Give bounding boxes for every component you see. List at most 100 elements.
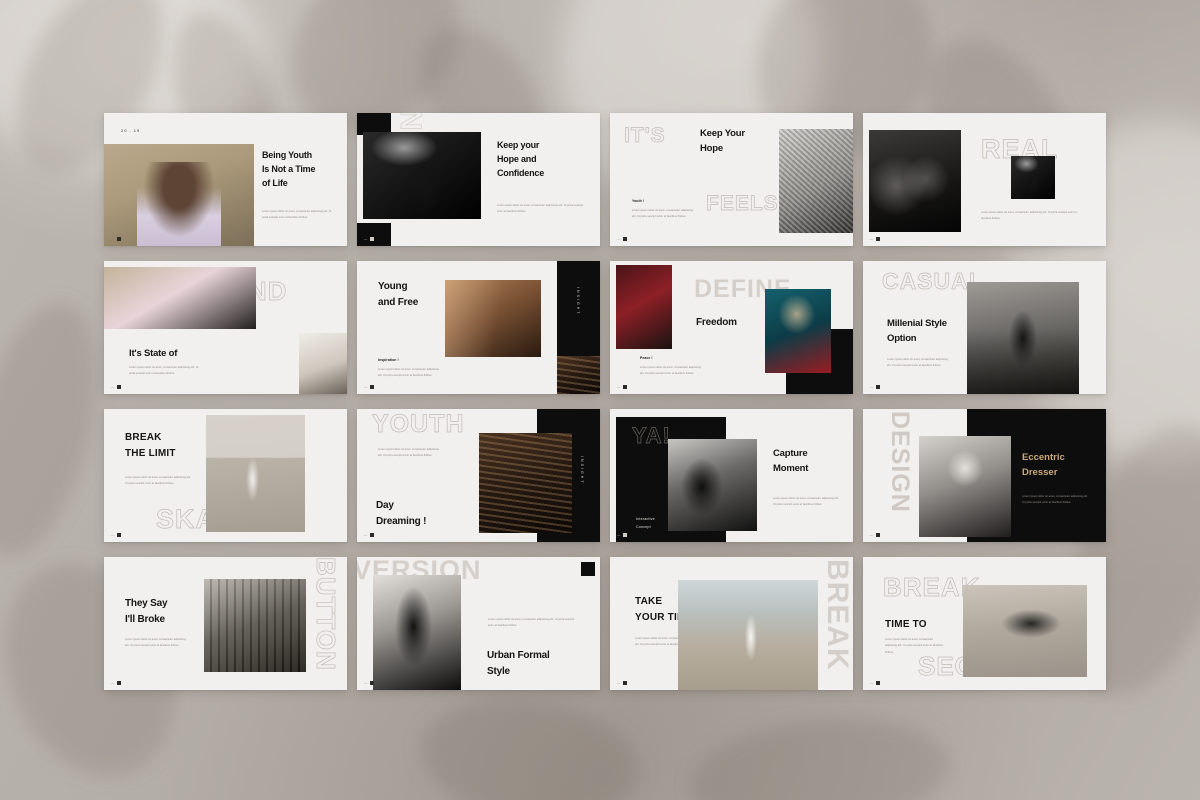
slide-13-title-line-1: They Say	[125, 598, 168, 609]
slide-15-image	[678, 580, 818, 690]
slide-6-title-line-2: and Free	[378, 296, 419, 308]
slide-16-body: Lorem ipsum dolor sit amet, consectetur …	[885, 638, 943, 654]
slide-5-footer: —	[111, 385, 121, 389]
slide-7-image-right	[765, 289, 831, 373]
slide-thumbnail-5[interactable]: MIND It's State of Lorem ipsum dolor sit…	[104, 261, 347, 394]
slide-11-title: Capture Moment	[773, 447, 849, 476]
slide-8-footer: —	[870, 385, 880, 389]
slide-9-title-line-1: BREAK	[125, 432, 162, 443]
slide-13-outline-word: BUTTON	[311, 557, 342, 671]
slide-11-title-line-2: Moment	[773, 462, 809, 474]
slide-5-title: It's State of	[129, 347, 177, 362]
slide-1-footer: —	[111, 237, 121, 241]
slide-thumbnail-14[interactable]: VERSION Lorem ipsum dolor sit amet, cons…	[357, 557, 600, 690]
slide-thumbnail-10[interactable]: YOUTH Lorem ipsum dolor sit amet, consec…	[357, 409, 600, 542]
slide-10-image	[479, 433, 572, 533]
slide-9-title: BREAK THE LIMIT	[125, 430, 205, 461]
slide-3-title-line-2: Hope	[700, 142, 723, 154]
slide-thumbnail-15[interactable]: BREAK TAKE YOUR TIME Lorem ipsum dolor s…	[610, 557, 853, 690]
slide-3-kicker: Youth !	[632, 199, 645, 203]
slide-14-footer: —	[364, 681, 374, 685]
slide-14-title-line-1: Urban Formal	[487, 650, 550, 661]
slide-5-title-line-1: It's State of	[129, 348, 178, 359]
slide-7-image-left	[616, 265, 672, 349]
slide-13-title: They Say I'll Broke	[125, 596, 207, 627]
slide-11-title-line-1: Capture	[773, 448, 808, 459]
slide-11-caption-line-2: Concept	[636, 525, 651, 530]
slide-10-title: Day Dreaming !	[376, 498, 466, 529]
slide-1-title: Being Youth Is Not a Time of Life	[262, 149, 346, 191]
slide-1-title-line-3: of Life	[262, 177, 288, 188]
slide-6-footer: —	[364, 385, 374, 389]
slide-12-title-line-2: Dresser	[1022, 466, 1058, 478]
slide-3-footer: —	[617, 237, 627, 241]
slide-10-title-line-1: Day	[376, 500, 394, 511]
slide-1-image	[104, 144, 254, 246]
slide-9-footer: —	[111, 533, 121, 537]
slide-11-image	[668, 439, 757, 531]
slide-13-image	[204, 579, 306, 672]
slide-8-title: Millenial Style Option	[887, 317, 977, 346]
slide-9-body: Lorem ipsum dolor sit amet, consectetur …	[125, 476, 191, 486]
slide-5-image-inset	[299, 333, 347, 394]
slide-thumbnail-4[interactable]: REAL Lorem ipsum dolor sit amet, consect…	[863, 113, 1106, 246]
slide-2-footer: —	[364, 237, 374, 241]
slide-8-body: Lorem ipsum dolor sit amet, consectetur …	[887, 358, 948, 368]
slide-16-image	[963, 585, 1087, 677]
slide-3-image	[779, 129, 853, 233]
slide-2-title-line-1: Keep your	[497, 140, 540, 150]
slide-11-caption: Interactive Concept	[636, 515, 655, 532]
slide-10-body: Lorem ipsum dolor sit amet, consectetur …	[378, 448, 439, 458]
slide-12-body: Lorem ipsum dolor sit amet, consectetur …	[1022, 495, 1088, 505]
slide-8-title-line-1: Millenial Style	[887, 318, 947, 329]
slide-thumbnail-7[interactable]: DEFINE Freedom Peace ! Lorem ipsum dolor…	[610, 261, 853, 394]
slide-6-title: Young and Free	[378, 279, 418, 310]
slide-thumbnail-16[interactable]: BREAK SECTION TIME TO Lorem ipsum dolor …	[863, 557, 1106, 690]
slide-thumbnail-2[interactable]: NEXT Keep your Hope and Confidence Lorem…	[357, 113, 600, 246]
slide-14-title-line-2: Style	[487, 665, 510, 677]
slide-11-outline-word: YA!	[632, 423, 671, 448]
slide-thumbnail-3[interactable]: IT'S FEELS Keep Your Hope Youth ! Lorem …	[610, 113, 853, 246]
slide-thumbnail-8[interactable]: CASUAL Millenial Style Option Lorem ipsu…	[863, 261, 1106, 394]
slide-8-image	[967, 282, 1079, 394]
slide-14-title: Urban Formal Style	[487, 648, 583, 679]
slide-2-title-line-2: Hope and	[497, 153, 537, 164]
slide-thumbnail-13[interactable]: BUTTON They Say I'll Broke Lorem ipsum d…	[104, 557, 347, 690]
slide-2-image	[363, 132, 481, 219]
slide-thumbnail-9[interactable]: SKATERS BREAK THE LIMIT Lorem ipsum dolo…	[104, 409, 347, 542]
slide-thumbnail-1[interactable]: 20 . 19 Being Youth Is Not a Time of Lif…	[104, 113, 347, 246]
slide-7-body: Lorem ipsum dolor sit amet, consectetur …	[640, 366, 701, 376]
slide-14-image	[373, 575, 461, 690]
slide-10-outline-word: YOUTH	[372, 410, 465, 438]
slide-2-title-line-3: Confidence	[497, 167, 545, 178]
slide-12-image	[919, 436, 1011, 537]
slide-3-title-line-1: Keep Your	[700, 128, 745, 139]
slide-6-kicker: Inspiration !	[378, 358, 399, 362]
slide-2-body: Lorem ipsum dolor sit amet, consectetur …	[497, 204, 584, 214]
slide-6-image-main	[445, 280, 541, 357]
slide-1-year: 20 . 19	[121, 128, 141, 133]
slide-2-bottom-black-block	[357, 223, 391, 246]
slide-thumbnail-11[interactable]: YA! Capture Moment Lorem ipsum dolor sit…	[610, 409, 853, 542]
slide-15-ghost-word: BREAK	[821, 559, 853, 671]
slide-3-body: Lorem ipsum dolor sit amet, consectetur …	[632, 209, 693, 219]
slide-13-title-line-2: I'll Broke	[125, 613, 165, 625]
slide-12-title-line-1: Eccentric	[1022, 452, 1065, 463]
slide-16-title: TIME TO	[885, 617, 927, 633]
slide-4-footer: —	[870, 237, 880, 241]
slide-13-body: Lorem ipsum dolor sit amet, consectetur …	[125, 638, 186, 648]
slide-thumbnail-6[interactable]: Young and Free Inspiration ! Lorem ipsum…	[357, 261, 600, 394]
slide-6-vertical-word: INSIGHT	[576, 287, 580, 316]
slide-4-body: Lorem ipsum dolor sit amet, consectetur …	[981, 211, 1077, 221]
slide-16-footer: —	[870, 681, 880, 685]
slide-5-body: Lorem ipsum dolor sit amet, consectetur …	[129, 366, 199, 376]
slide-15-footer: —	[617, 681, 627, 685]
slide-3-title: Keep Your Hope	[700, 127, 780, 156]
slide-7-title-line-1: Freedom	[696, 317, 737, 328]
slide-7-footer: —	[617, 385, 627, 389]
slide-11-caption-line-1: Interactive	[636, 517, 655, 521]
slide-7-kicker: Peace !	[640, 356, 653, 360]
slide-thumbnail-12[interactable]: DESIGN Eccentric Dresser Lorem ipsum dol…	[863, 409, 1106, 542]
slide-10-vertical-word: INSIGHT	[580, 456, 584, 485]
slide-6-title-line-1: Young	[378, 281, 408, 292]
